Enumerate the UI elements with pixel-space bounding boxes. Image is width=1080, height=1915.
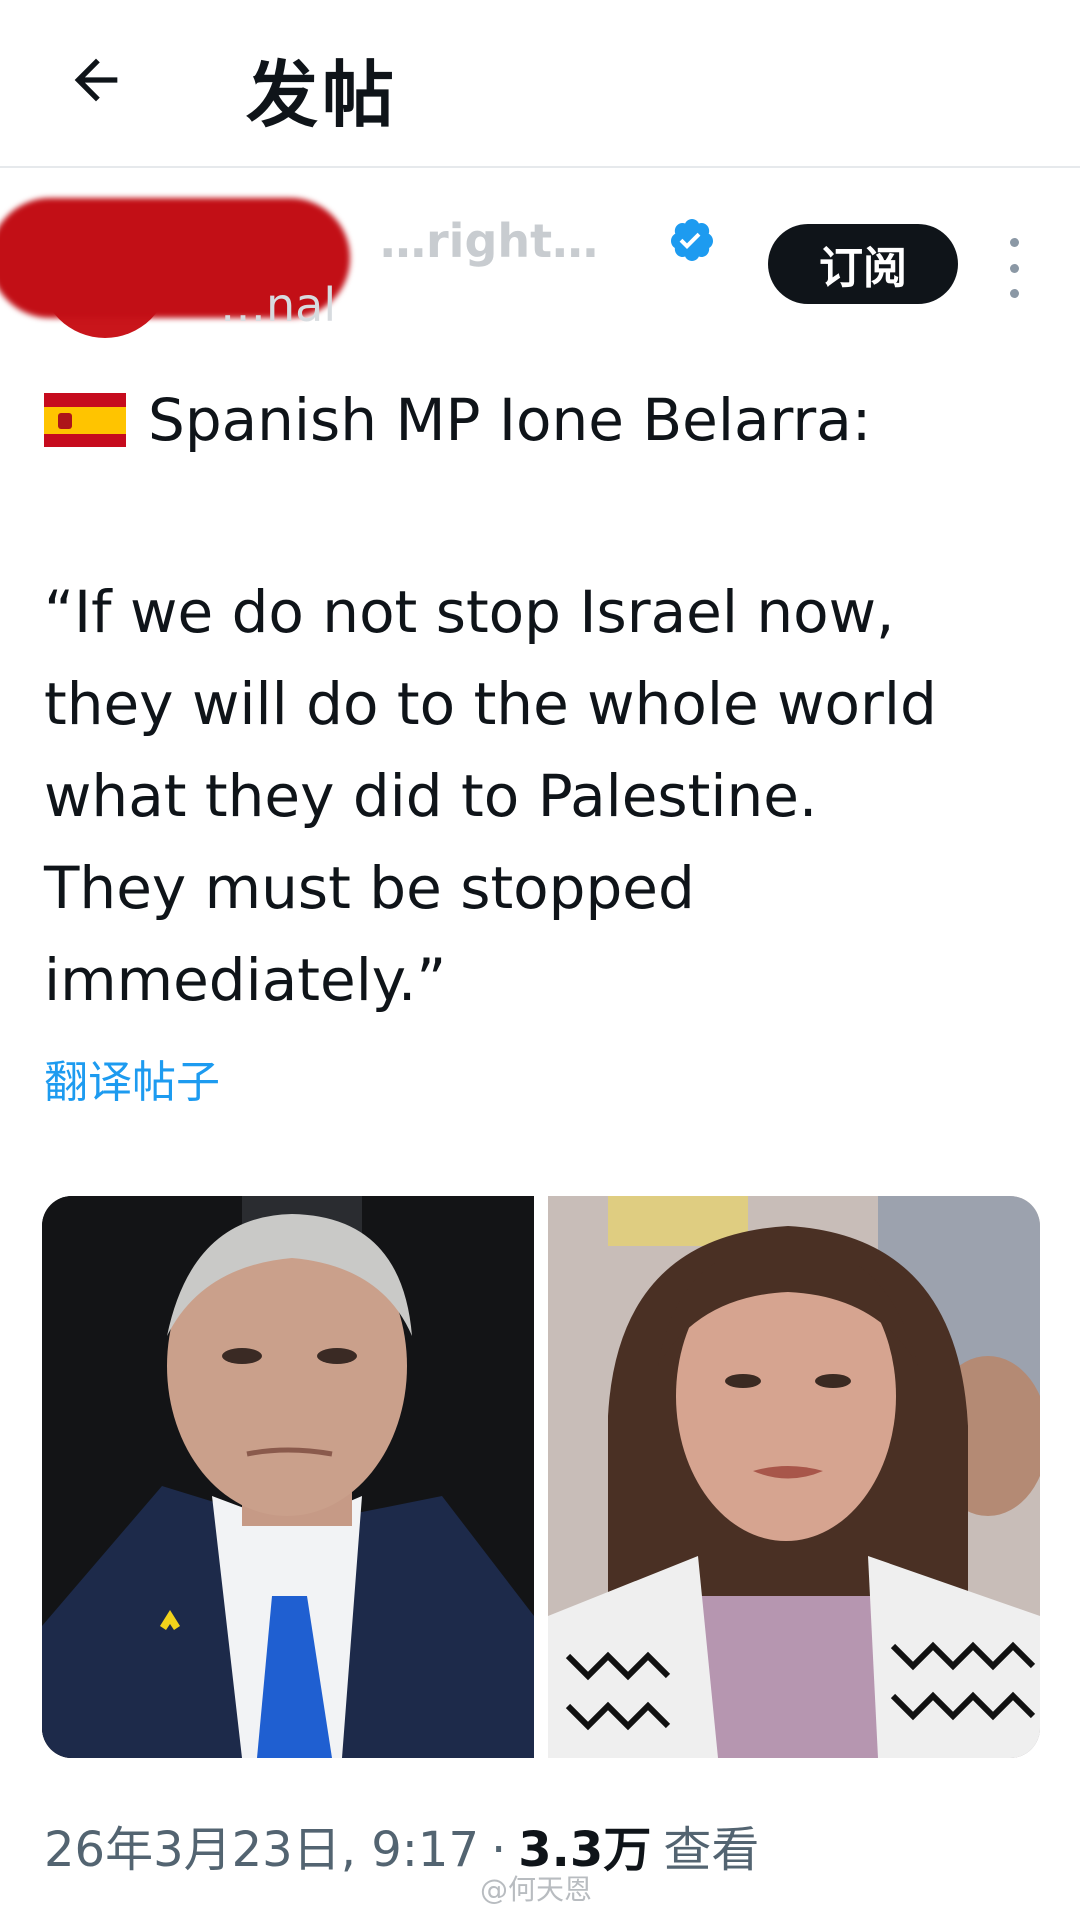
- subscribe-button[interactable]: 订阅: [768, 224, 958, 304]
- author-row: …right… …nal 订阅: [0, 168, 1080, 368]
- back-button[interactable]: [56, 40, 136, 120]
- views-label: 查看: [663, 1822, 760, 1878]
- spain-flag-icon: [44, 393, 126, 447]
- page-title: 发帖: [246, 53, 399, 137]
- watermark: @何天恩: [480, 1873, 593, 1906]
- post-heading-text: Spanish MP Ione Belarra:: [148, 386, 872, 454]
- arrow-left-icon: [74, 58, 118, 102]
- author-handle: …nal: [220, 278, 337, 332]
- post-heading: Spanish MP Ione Belarra:: [44, 386, 1044, 454]
- more-vertical-icon[interactable]: [996, 238, 1032, 298]
- post-body: “If we do not stop Israel now, they will…: [44, 578, 937, 1014]
- photo-netanyahu[interactable]: [42, 1196, 534, 1758]
- post-timestamp: 26年3月23日, 9:17: [44, 1822, 480, 1878]
- post-media: [42, 1196, 1040, 1758]
- top-bar: 发帖: [0, 0, 1080, 168]
- photo-belarra[interactable]: [548, 1196, 1040, 1758]
- translate-post-link[interactable]: 翻译帖子: [44, 1046, 220, 1110]
- author-name[interactable]: …right…: [380, 214, 598, 268]
- post-meta: 26年3月23日, 9:17 · 3.3万 查看: [44, 1810, 759, 1880]
- verified-badge-icon: [670, 219, 713, 261]
